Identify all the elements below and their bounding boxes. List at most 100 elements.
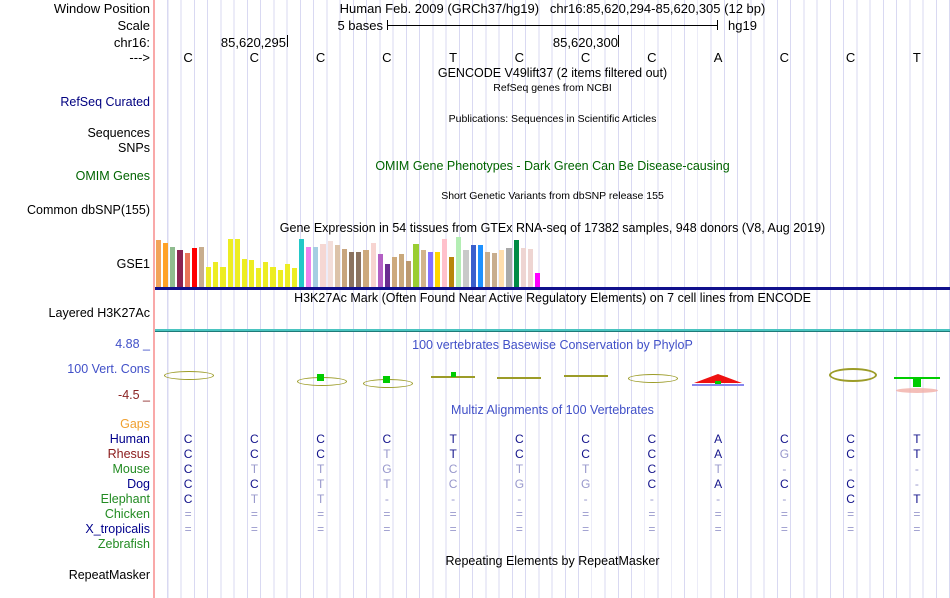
phylop-track-title: 100 vertebrates Basewise Conservation by…: [412, 338, 693, 352]
gtex-bar: [206, 267, 212, 287]
h3k27ac-signal-line: [155, 329, 950, 332]
species-label-elephant[interactable]: Elephant: [0, 492, 150, 506]
gtex-bar: [227, 239, 233, 287]
alignment-base: C: [183, 477, 193, 491]
common-dbsnp-label[interactable]: Common dbSNP(155): [0, 203, 150, 217]
alignment-base: C: [515, 447, 524, 461]
sequence-base: C: [382, 50, 392, 65]
gtex-bar: [434, 252, 441, 287]
alignment-base: =: [714, 507, 722, 521]
species-label-zebrafish[interactable]: Zebrafish: [0, 537, 150, 551]
alignment-row-chicken: = = = = = = = = = = = =: [155, 507, 950, 522]
species-label-chicken[interactable]: Chicken: [0, 507, 150, 521]
alignment-base: C: [250, 432, 259, 446]
phylop-smear: [895, 388, 938, 393]
alignment-base: C: [448, 477, 458, 491]
gaps-label[interactable]: Gaps: [0, 417, 150, 431]
window-position-label: Window Position: [53, 1, 150, 16]
gtex-bar-chart[interactable]: [155, 237, 950, 287]
sequence-base: C: [514, 50, 525, 65]
alignment-base: -: [914, 462, 919, 476]
strand-arrow: --->: [129, 50, 150, 65]
phylop-square: [383, 376, 391, 383]
alignment-row-dog: CCTTCGGCACC-: [155, 477, 950, 492]
snps-label[interactable]: SNPs: [0, 141, 150, 155]
gtex-bar: [277, 270, 283, 287]
gtex-bar: [156, 240, 162, 287]
gencode-track-title: GENCODE V49lift37 (2 items filtered out): [437, 66, 668, 80]
alignment-row-zebrafish: [155, 537, 950, 552]
sequence-row: CCCCTCCCACCT: [155, 50, 950, 65]
gtex-bar: [213, 262, 219, 287]
alignment-base: C: [846, 447, 855, 461]
gtex-bar: [320, 244, 326, 287]
coord-left-tick: [287, 35, 288, 47]
coord-right: 85,620,300: [552, 35, 618, 50]
gtex-bar: [534, 273, 541, 287]
alignment-base: =: [250, 507, 258, 521]
alignment-base: -: [583, 492, 588, 506]
gtex-bar: [484, 252, 491, 287]
gtex-bar: [427, 252, 433, 287]
repeatmasker-label[interactable]: RepeatMasker: [0, 568, 150, 582]
cons-track-label[interactable]: 100 Vert. Cons: [0, 362, 150, 376]
alignment-base: C: [647, 447, 657, 461]
species-label-dog[interactable]: Dog: [0, 477, 150, 491]
refseq-curated-label[interactable]: RefSeq Curated: [0, 95, 150, 109]
alignment-base: =: [515, 507, 523, 521]
sequence-base: C: [580, 50, 591, 65]
phylop-ring: [828, 368, 877, 382]
phylop-square: [450, 372, 456, 377]
gtex-bar: [370, 243, 376, 287]
alignment-base: =: [250, 522, 258, 536]
gtex-bar: [449, 257, 455, 287]
layered-h3k27ac-label[interactable]: Layered H3K27Ac: [0, 306, 150, 320]
gtex-bar: [442, 239, 448, 287]
gtex-bar: [177, 250, 183, 287]
multiz-track-title: Multiz Alignments of 100 Vertebrates: [451, 403, 654, 417]
alignment-base: -: [914, 477, 919, 491]
gtex-bar: [527, 249, 533, 287]
sequence-base: T: [449, 50, 458, 65]
gtex-track-label[interactable]: GSE1: [0, 257, 150, 271]
phylop-peak-underline: [692, 384, 745, 386]
h3k27ac-track-title: H3K27Ac Mark (Often Found Near Active Re…: [294, 291, 811, 305]
sequences-label[interactable]: Sequences: [0, 126, 150, 140]
omim-genes-label[interactable]: OMIM Genes: [0, 169, 150, 183]
alignment-row-mouse: CTTGCTTCT---: [155, 462, 950, 477]
gtex-bar: [241, 259, 247, 287]
gtex-bar: [291, 268, 298, 287]
omim-track-title: OMIM Gene Phenotypes - Dark Green Can Be…: [375, 159, 730, 173]
phylop-line: [497, 377, 542, 379]
phylop-square: [317, 374, 325, 381]
gtex-bar: [520, 248, 526, 287]
species-label-x_tropicalis[interactable]: X_tropicalis: [0, 522, 150, 536]
alignment-base: =: [780, 522, 788, 536]
gtex-bar: [234, 239, 240, 287]
scale-label: Scale: [117, 18, 150, 33]
phylop-lens: [627, 374, 678, 383]
phylop-line: [563, 375, 608, 377]
alignment-base: C: [846, 477, 855, 491]
alignment-base: C: [581, 432, 590, 446]
alignment-base: =: [714, 522, 722, 536]
alignment-row-human: CCCCTCCCACCT: [155, 432, 950, 447]
gtex-bar: [248, 260, 255, 287]
alignment-base: C: [448, 462, 458, 476]
alignment-base: -: [384, 492, 389, 506]
sequence-base: C: [845, 50, 856, 65]
gtex-bar: [506, 248, 512, 287]
alignment-base: T: [714, 462, 722, 476]
alignment-base: A: [714, 477, 723, 491]
publications-track-title: Publications: Sequences in Scientific Ar…: [448, 113, 657, 125]
species-label-human[interactable]: Human: [0, 432, 150, 446]
gtex-bar: [413, 244, 419, 287]
alignment-base: =: [383, 507, 391, 521]
alignment-base: C: [183, 447, 193, 461]
gtex-bar: [477, 245, 483, 287]
species-label-mouse[interactable]: Mouse: [0, 462, 150, 476]
alignment-base: C: [647, 477, 657, 491]
species-label-rhesus[interactable]: Rhesus: [0, 447, 150, 461]
alignment-base: -: [782, 492, 787, 506]
alignment-base: =: [648, 507, 656, 521]
